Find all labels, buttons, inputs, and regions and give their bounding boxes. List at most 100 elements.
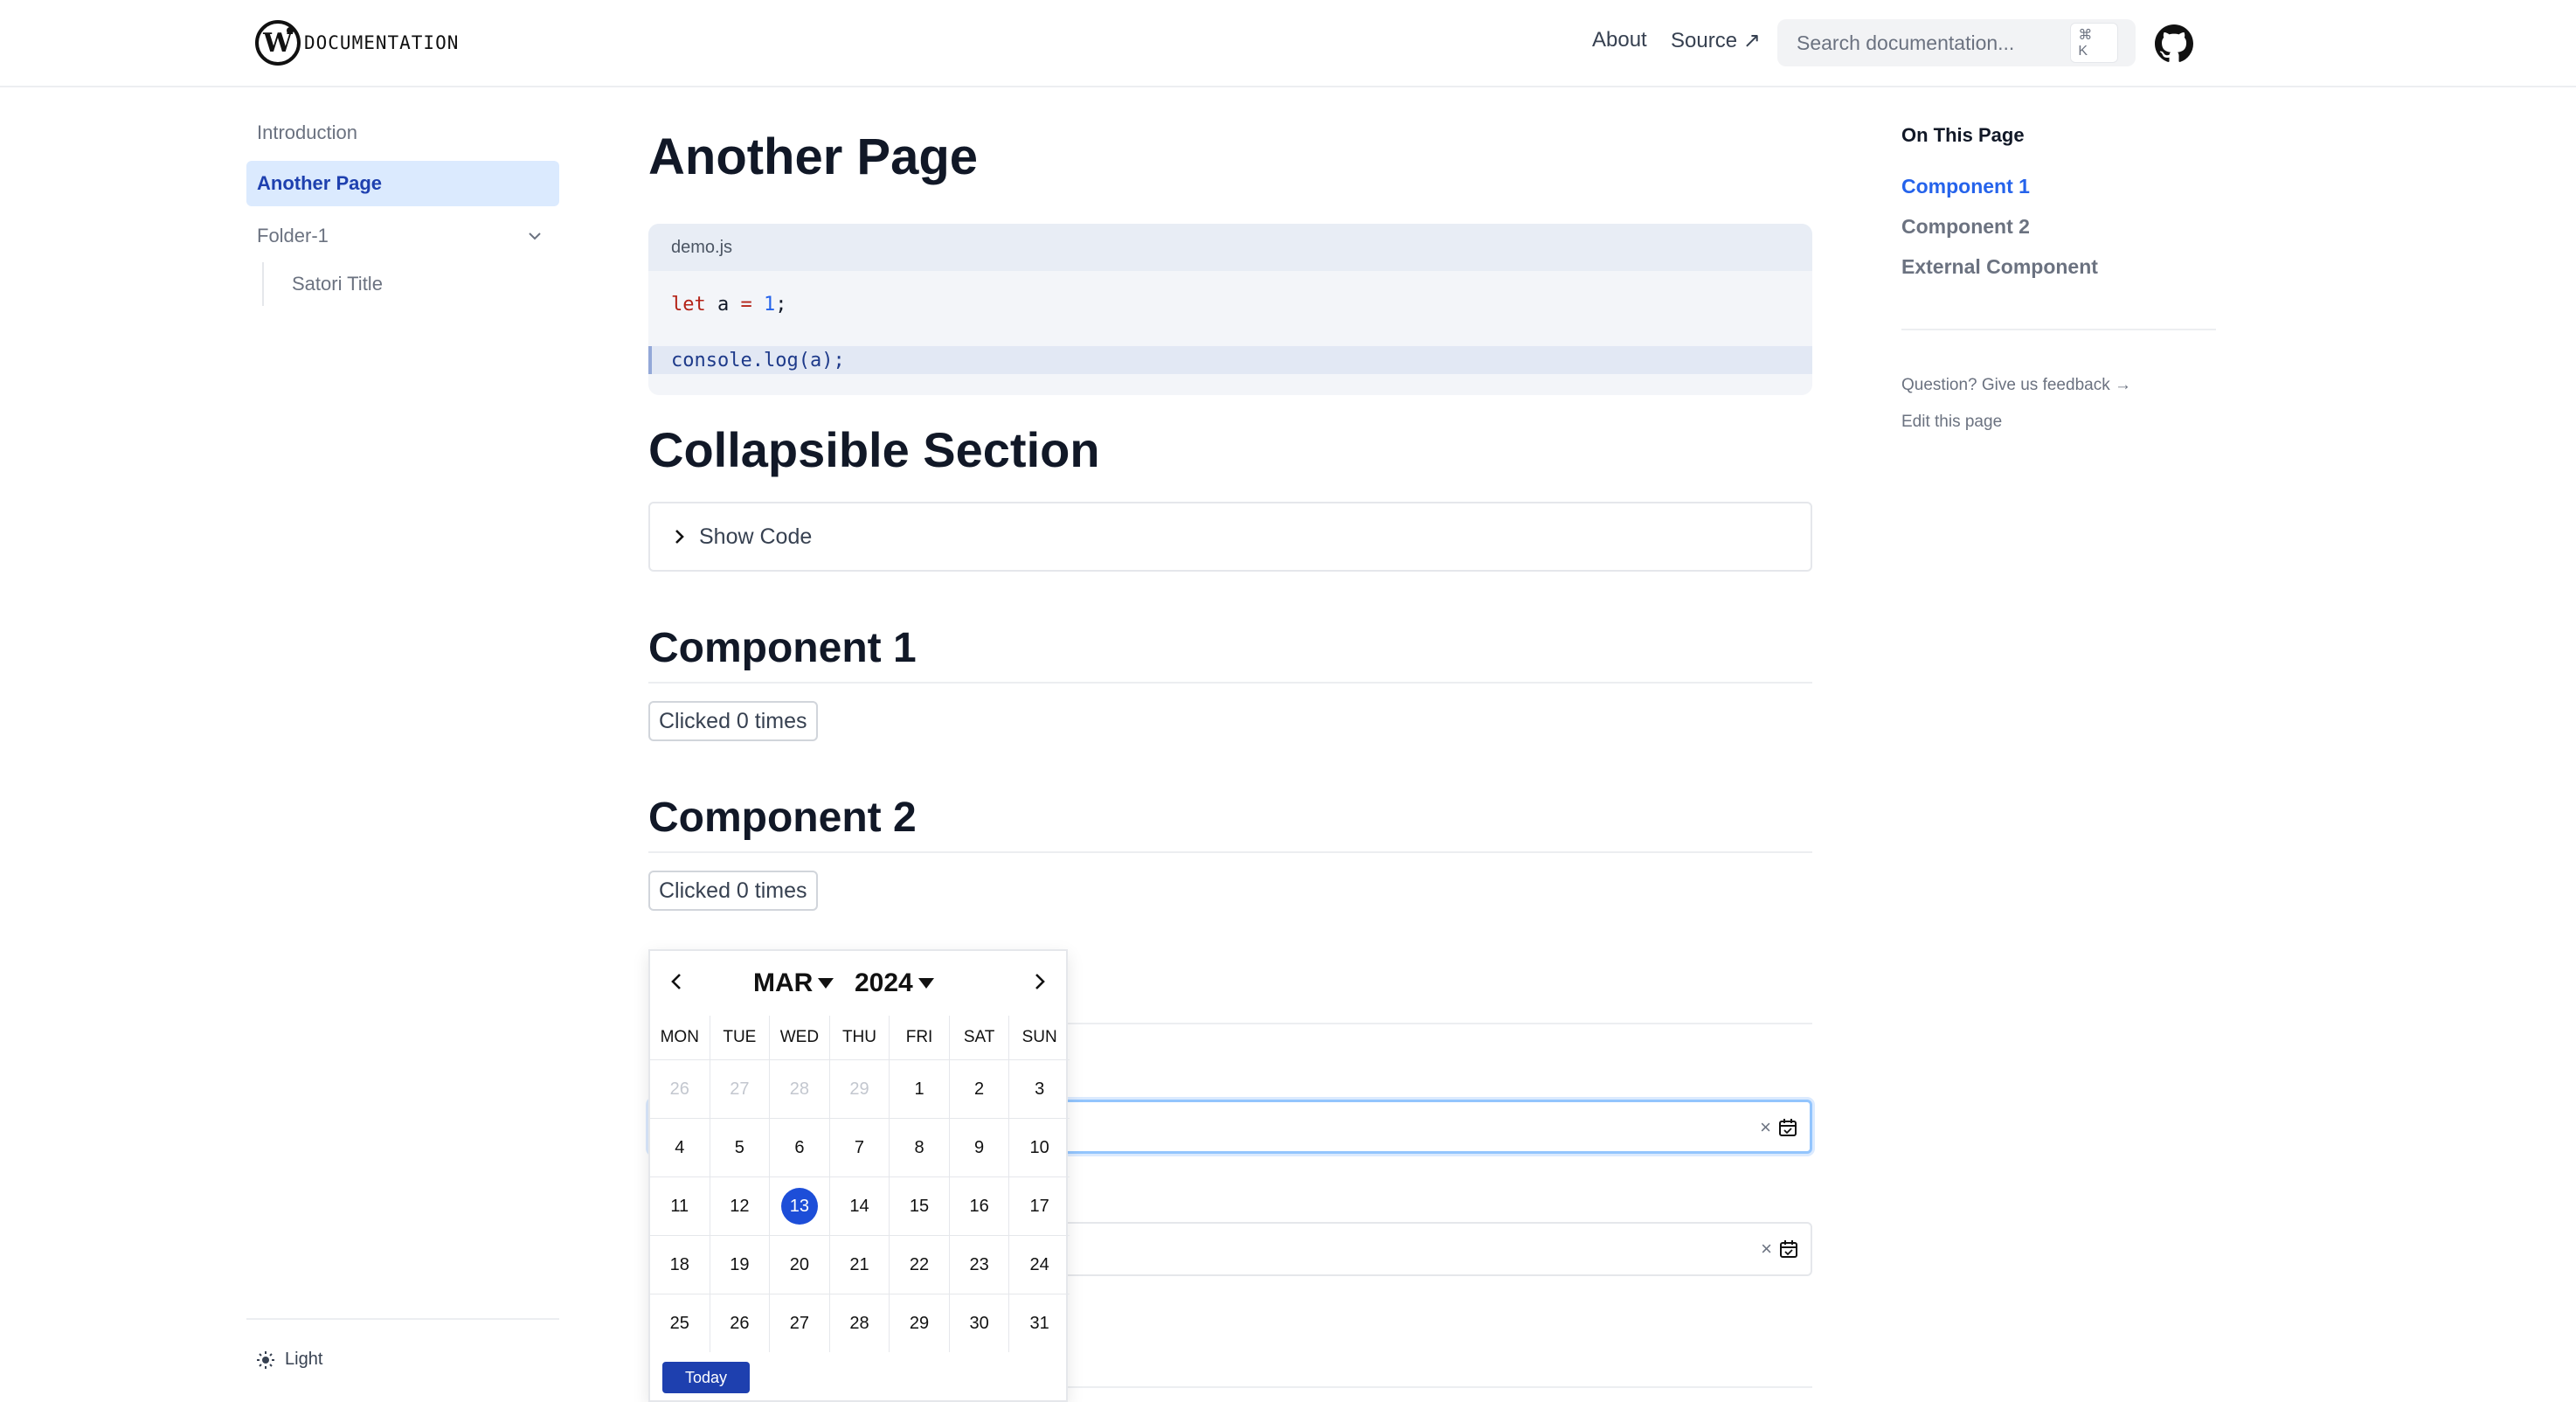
feedback-link[interactable]: Question? Give us feedback → — [1901, 376, 2131, 395]
calendar-week-row: 25 26 27 28 29 30 31 — [650, 1294, 1070, 1352]
code-line-1: let a = 1 ; — [648, 290, 1812, 318]
calendar-day[interactable]: 1 — [890, 1059, 950, 1118]
calendar-day[interactable]: 17 — [1009, 1176, 1070, 1235]
calendar-day[interactable]: 25 — [650, 1294, 710, 1352]
search-box[interactable]: ⌘ K — [1777, 19, 2136, 66]
next-month-button[interactable] — [1028, 970, 1050, 993]
search-input[interactable] — [1795, 30, 2071, 56]
code-token: log — [763, 349, 799, 371]
calendar-day[interactable]: 2 — [949, 1059, 1010, 1118]
component-2-click-button[interactable]: Clicked 0 times — [648, 871, 818, 911]
collapsible-summary: Show Code — [699, 524, 813, 549]
heading-divider — [648, 851, 1812, 853]
calendar-day[interactable]: 22 — [890, 1235, 950, 1294]
chevron-right-icon — [675, 530, 684, 544]
sidebar-item-satori-title[interactable]: Satori Title — [262, 262, 383, 306]
calendar-day[interactable]: 19 — [710, 1235, 771, 1294]
year-label: 2024 — [855, 968, 913, 997]
logo-text: DOCUMENTATION — [304, 32, 460, 53]
calendar-icon[interactable] — [1778, 1118, 1797, 1137]
sidebar-item-label: Satori Title — [292, 273, 383, 295]
calendar-icon[interactable] — [1779, 1239, 1798, 1259]
weekday-label: SUN — [1021, 1028, 1057, 1046]
weekday-label: SAT — [950, 1016, 1010, 1059]
calendar-day[interactable]: 12 — [710, 1176, 771, 1235]
calendar-day-outside-month[interactable]: 27 — [710, 1059, 771, 1118]
weekday-label: MON — [650, 1016, 710, 1059]
clear-date-button[interactable]: × — [1761, 1238, 1772, 1260]
nav-source-link[interactable]: Source ↗ — [1671, 28, 1761, 53]
calendar-day[interactable]: 4 — [650, 1118, 710, 1176]
calendar-day[interactable]: 11 — [650, 1176, 710, 1235]
year-select[interactable]: 2024 — [855, 968, 934, 998]
calendar-day[interactable]: 6 — [770, 1118, 830, 1176]
calendar-day[interactable]: 5 — [710, 1118, 771, 1176]
sidebar-item-label: Folder-1 — [257, 225, 329, 246]
month-select[interactable]: MAR — [753, 968, 834, 998]
sidebar-item-label: Another Page — [257, 172, 383, 194]
code-token: = — [740, 293, 752, 316]
show-code-collapsible[interactable]: Show Code — [648, 502, 1812, 572]
calendar-day[interactable]: 23 — [949, 1235, 1010, 1294]
theme-toggle[interactable]: Light — [257, 1350, 322, 1370]
calendar-day-selected[interactable]: 13 — [770, 1176, 830, 1235]
calendar-grid: MON TUE WED THU FRI SAT SUN 26 27 28 29 … — [650, 1016, 1070, 1352]
calendar-week-row: 18 19 20 21 22 23 24 — [650, 1235, 1070, 1294]
page-title: Another Page — [648, 128, 979, 185]
calendar-day[interactable]: 21 — [829, 1235, 890, 1294]
calendar-day[interactable]: 8 — [890, 1118, 950, 1176]
calendar-day[interactable]: 15 — [890, 1176, 950, 1235]
calendar-week-row: 11 12 13 14 15 16 17 — [650, 1176, 1070, 1235]
sidebar-item-introduction[interactable]: Introduction — [246, 110, 559, 156]
calendar-day[interactable]: 27 — [770, 1294, 830, 1352]
component-1-click-button[interactable]: Clicked 0 times — [648, 701, 818, 741]
logo[interactable]: W DOCUMENTATION — [255, 17, 459, 68]
calendar-day[interactable]: 3 — [1009, 1059, 1070, 1118]
calendar-day[interactable]: 20 — [770, 1235, 830, 1294]
weekday-label: FRI — [890, 1016, 950, 1059]
calendar-day[interactable]: 30 — [949, 1294, 1010, 1352]
nav-about-link[interactable]: About — [1592, 28, 1647, 52]
code-token: a — [705, 293, 741, 316]
sidebar-item-another-page[interactable]: Another Page — [246, 161, 559, 206]
code-filename-label: demo.js — [671, 237, 733, 257]
sidebar-item-folder-1[interactable]: Folder-1 — [246, 213, 559, 259]
calendar-day[interactable]: 26 — [710, 1294, 771, 1352]
calendar-day[interactable]: 9 — [949, 1118, 1010, 1176]
code-token: ; — [775, 293, 787, 316]
calendar-day[interactable]: 29 — [890, 1294, 950, 1352]
code-token: 1 — [764, 293, 776, 316]
code-token: (a); — [798, 349, 845, 371]
github-icon[interactable] — [2155, 24, 2193, 63]
today-button[interactable]: Today — [662, 1362, 750, 1393]
calendar-day-outside-month[interactable]: 28 — [770, 1059, 830, 1118]
code-block: demo.js let a = 1 ; console . log (a); — [648, 224, 1812, 395]
toc-link-component-1[interactable]: Component 1 — [1901, 175, 2030, 198]
clear-date-button[interactable]: × — [1760, 1116, 1771, 1139]
heading-divider — [648, 682, 1812, 684]
caret-down-icon — [818, 978, 834, 989]
code-token: . — [751, 349, 764, 371]
calendar-day[interactable]: 10 — [1009, 1118, 1070, 1176]
calendar-week-row: 4 5 6 7 8 9 10 — [650, 1118, 1070, 1176]
calendar-day[interactable]: 31 — [1009, 1294, 1070, 1352]
calendar-day[interactable]: 28 — [829, 1294, 890, 1352]
edit-page-link[interactable]: Edit this page — [1901, 413, 2002, 432]
calendar-day[interactable]: 18 — [650, 1235, 710, 1294]
calendar-day[interactable]: 14 — [829, 1176, 890, 1235]
weekday-label: WED — [770, 1016, 830, 1059]
component-2-heading: Component 2 — [648, 795, 917, 841]
sun-icon — [257, 1350, 274, 1369]
weekday-label: THU — [830, 1016, 890, 1059]
previous-month-button[interactable] — [666, 970, 689, 993]
toc-link-component-2[interactable]: Component 2 — [1901, 215, 2030, 239]
calendar-day-outside-month[interactable]: 29 — [829, 1059, 890, 1118]
toc-link-external-component[interactable]: External Component — [1901, 255, 2098, 279]
calendar-day[interactable]: 7 — [829, 1118, 890, 1176]
toc-title: On This Page — [1901, 124, 2025, 146]
calendar-day[interactable]: 24 — [1009, 1235, 1070, 1294]
chevron-down-icon[interactable] — [526, 227, 544, 245]
calendar-day-outside-month[interactable]: 26 — [650, 1059, 710, 1118]
calendar-day[interactable]: 16 — [949, 1176, 1010, 1235]
